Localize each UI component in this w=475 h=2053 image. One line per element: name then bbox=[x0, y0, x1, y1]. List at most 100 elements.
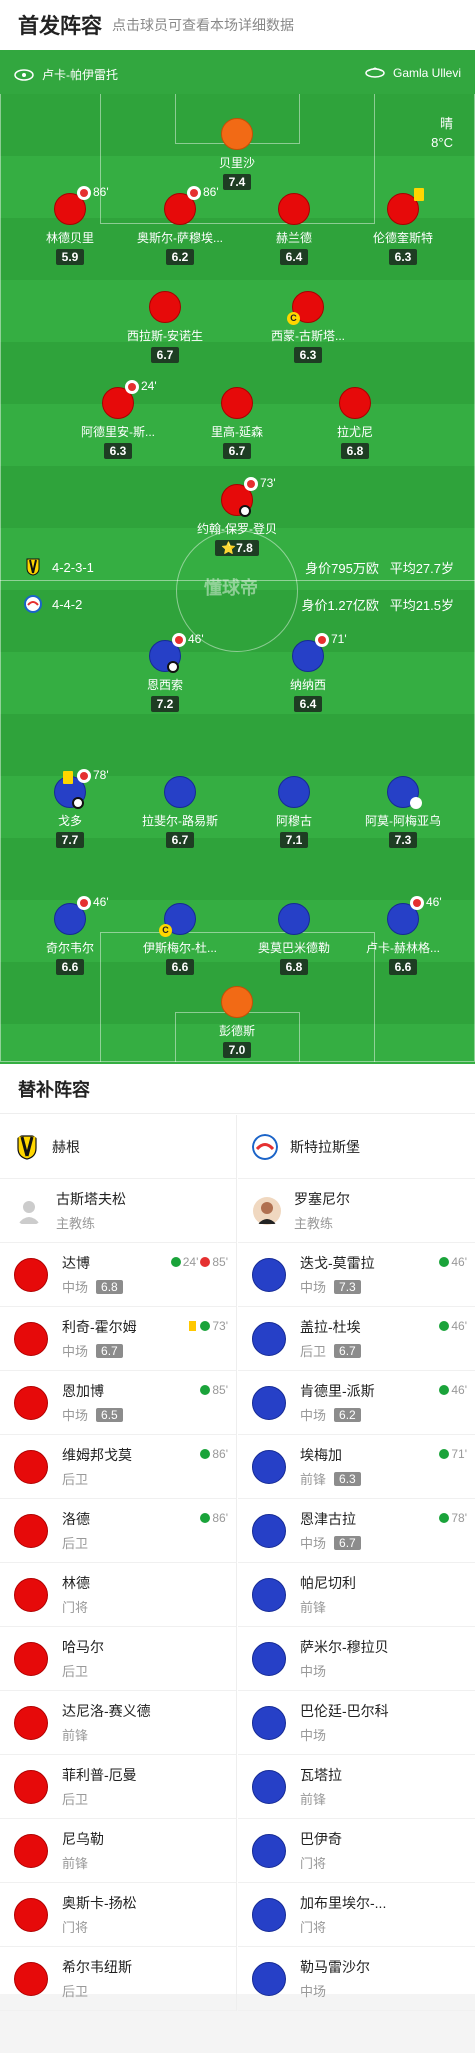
pitch-player[interactable]: C 西蒙-古斯塔... 6.3 bbox=[253, 291, 363, 364]
sub-player-row[interactable]: 希尔韦纽斯 后卫 bbox=[0, 1947, 236, 2011]
player-shirt-icon bbox=[14, 1321, 48, 1356]
coach-role: 主教练 bbox=[294, 1216, 334, 1231]
stadium-label: Gamla Ullevi bbox=[392, 66, 461, 80]
sub-player-row[interactable]: 菲利普-厄曼 后卫 bbox=[0, 1755, 236, 1819]
sub-player-row[interactable]: 维姆邦戈莫 后卫 86' bbox=[0, 1435, 236, 1499]
pitch-player[interactable]: 86' 奥斯尔-萨穆埃... 6.2 bbox=[125, 185, 235, 266]
sub-player-row[interactable]: 萨米尔-穆拉贝 中场 bbox=[238, 1627, 475, 1691]
sub-in-icon bbox=[439, 1385, 450, 1395]
player-rating: 5.9 bbox=[55, 249, 85, 265]
coach-row[interactable]: 罗塞尼尔 主教练 bbox=[238, 1179, 475, 1243]
pitch-player[interactable]: 86' 林德贝里 5.9 bbox=[15, 185, 125, 266]
pitch-player[interactable]: 78' 戈多 7.7 bbox=[15, 768, 125, 849]
page-subtitle: 点击球员可查看本场详细数据 bbox=[112, 17, 294, 33]
player-name: 恩加博 bbox=[62, 1383, 104, 1399]
player-position: 后卫 bbox=[62, 1984, 89, 1999]
sub-out-icon bbox=[187, 186, 201, 200]
pitch-player[interactable]: 73' 约翰-保罗-登贝 ⭐7.8 bbox=[182, 476, 292, 557]
pitch-player[interactable]: 阿莫-阿梅亚乌 7.3 bbox=[348, 776, 458, 849]
player-name: 阿穆古 bbox=[275, 814, 312, 828]
sub-player-row[interactable]: 加布里埃尔-... 门将 bbox=[238, 1883, 475, 1947]
player-name: 西拉斯-安诺生 bbox=[127, 329, 203, 343]
sub-player-row[interactable]: 达博 中场 6.8 24' 85' bbox=[0, 1243, 236, 1307]
pitch-player[interactable]: 彭德斯 7.0 bbox=[182, 986, 292, 1059]
player-position: 前锋 bbox=[62, 1856, 89, 1871]
sub-player-row[interactable]: 恩津古拉 中场 6.7 78' bbox=[238, 1499, 475, 1563]
player-name: 纳纳西 bbox=[289, 678, 326, 692]
sub-player-row[interactable]: 盖拉-杜埃 后卫 6.7 46' bbox=[238, 1307, 475, 1371]
sub-player-row[interactable]: 迭戈-莫雷拉 中场 7.3 46' bbox=[238, 1243, 475, 1307]
sub-player-row[interactable]: 达尼洛-赛义德 前锋 bbox=[0, 1691, 236, 1755]
sub-player-row[interactable]: 肯德里-派斯 中场 6.2 46' bbox=[238, 1371, 475, 1435]
stadium: Gamla Ullevi bbox=[365, 66, 461, 80]
watermark: 懂球帝 bbox=[204, 578, 258, 598]
strasbourg-logo-icon bbox=[24, 595, 42, 613]
sub-player-row[interactable]: 奥斯卡-扬松 门将 bbox=[0, 1883, 236, 1947]
coach-name: 古斯塔夫松 bbox=[56, 1191, 126, 1207]
sub-in-icon bbox=[439, 1321, 450, 1331]
sub-player-row[interactable]: 洛德 后卫 86' bbox=[0, 1499, 236, 1563]
player-position: 中场 bbox=[300, 1728, 327, 1743]
sub-player-row[interactable]: 利奇-霍尔姆 中场 6.7 73' bbox=[0, 1307, 236, 1371]
sub-in-icon bbox=[439, 1449, 450, 1459]
sub-out-icon bbox=[244, 477, 258, 491]
sub-out-icon bbox=[77, 769, 91, 783]
pitch-player[interactable]: 46' 卢卡-赫林格... 6.6 bbox=[348, 895, 458, 976]
player-shirt-icon bbox=[14, 1641, 48, 1676]
sub-time: 73' bbox=[260, 476, 276, 490]
home-team-name[interactable]: 赫根 bbox=[0, 1115, 236, 1179]
pitch-player[interactable]: 贝里沙 7.4 bbox=[182, 118, 292, 191]
pitch-player[interactable]: 拉尤尼 6.8 bbox=[300, 387, 410, 460]
home-venue: 卢卡-帕伊雷托 bbox=[14, 66, 118, 83]
sub-player-row[interactable]: 勒马雷沙尔 中场 bbox=[238, 1947, 475, 2011]
player-position: 前锋 bbox=[300, 1600, 327, 1615]
sub-player-row[interactable]: 恩加博 中场 6.5 85' bbox=[0, 1371, 236, 1435]
player-position: 后卫 bbox=[62, 1472, 89, 1487]
sub-time: 78' bbox=[93, 768, 109, 782]
sub-player-row[interactable]: 林德 门将 bbox=[0, 1563, 236, 1627]
sub-player-row[interactable]: 埃梅加 前锋 6.3 71' bbox=[238, 1435, 475, 1499]
sub-in-time: 46' bbox=[451, 1383, 467, 1397]
pitch-player[interactable]: 46' 恩西索 7.2 bbox=[110, 632, 220, 713]
sub-player-row[interactable]: 尼乌勒 前锋 bbox=[0, 1819, 236, 1883]
pitch-player[interactable]: 24' 阿德里安-斯... 6.3 bbox=[63, 379, 173, 460]
pitch-player[interactable]: 奥莫巴米德勒 6.8 bbox=[239, 903, 349, 976]
pitch-player[interactable]: 71' 纳纳西 6.4 bbox=[253, 632, 363, 713]
pitch-player[interactable]: 拉斐尔-路易斯 6.7 bbox=[125, 776, 235, 849]
player-position: 后卫 bbox=[62, 1536, 89, 1551]
sub-player-row[interactable]: 帕尼切利 前锋 bbox=[238, 1563, 475, 1627]
pitch-player[interactable]: 伦德奎斯特 6.3 bbox=[348, 188, 458, 266]
player-rating: 6.6 bbox=[388, 959, 418, 975]
player-shirt-icon bbox=[252, 1961, 286, 1996]
player-name: 利奇-霍尔姆 bbox=[62, 1319, 137, 1335]
player-rating: 6.2 bbox=[165, 249, 195, 265]
home-age: 平均27.7岁 bbox=[389, 560, 454, 576]
player-shirt-icon bbox=[14, 1577, 48, 1612]
sub-player-row[interactable]: 巴伦廷-巴尔科 中场 bbox=[238, 1691, 475, 1755]
sub-in-time: 85' bbox=[212, 1383, 228, 1397]
player-position: 前锋 bbox=[62, 1728, 89, 1743]
player-shirt-icon bbox=[14, 1257, 48, 1292]
pitch-player[interactable]: 里高-延森 6.7 bbox=[182, 387, 292, 460]
sub-player-row[interactable]: 巴伊奇 门将 bbox=[238, 1819, 475, 1883]
away-team-name[interactable]: 斯特拉斯堡 bbox=[238, 1115, 475, 1179]
pitch-player[interactable]: 西拉斯-安诺生 6.7 bbox=[110, 291, 220, 364]
player-name: 阿德里安-斯... bbox=[81, 425, 155, 439]
player-rating: 6.8 bbox=[279, 959, 309, 975]
pitch-player[interactable]: 46' 奇尔韦尔 6.6 bbox=[15, 895, 125, 976]
sub-time: 46' bbox=[426, 895, 442, 909]
sub-player-row[interactable]: 哈马尔 后卫 bbox=[0, 1627, 236, 1691]
subs-title: 替补阵容 bbox=[0, 1064, 475, 1114]
weather: 晴 8°C bbox=[431, 114, 453, 152]
weather-cond: 晴 bbox=[439, 116, 453, 131]
player-rating: 6.8 bbox=[96, 1279, 123, 1294]
sub-out-icon bbox=[77, 896, 91, 910]
pitch-player[interactable]: 阿穆古 7.1 bbox=[239, 776, 349, 849]
player-shirt-icon bbox=[252, 1321, 286, 1356]
sub-events: 46' bbox=[439, 1383, 467, 1397]
coach-row[interactable]: 古斯塔夫松 主教练 bbox=[0, 1179, 236, 1243]
sub-player-row[interactable]: 瓦塔拉 前锋 bbox=[238, 1755, 475, 1819]
pitch-player[interactable]: 赫兰德 6.4 bbox=[239, 193, 349, 266]
player-shirt-icon bbox=[14, 1449, 48, 1484]
pitch-player[interactable]: C 伊斯梅尔-杜... 6.6 bbox=[125, 903, 235, 976]
